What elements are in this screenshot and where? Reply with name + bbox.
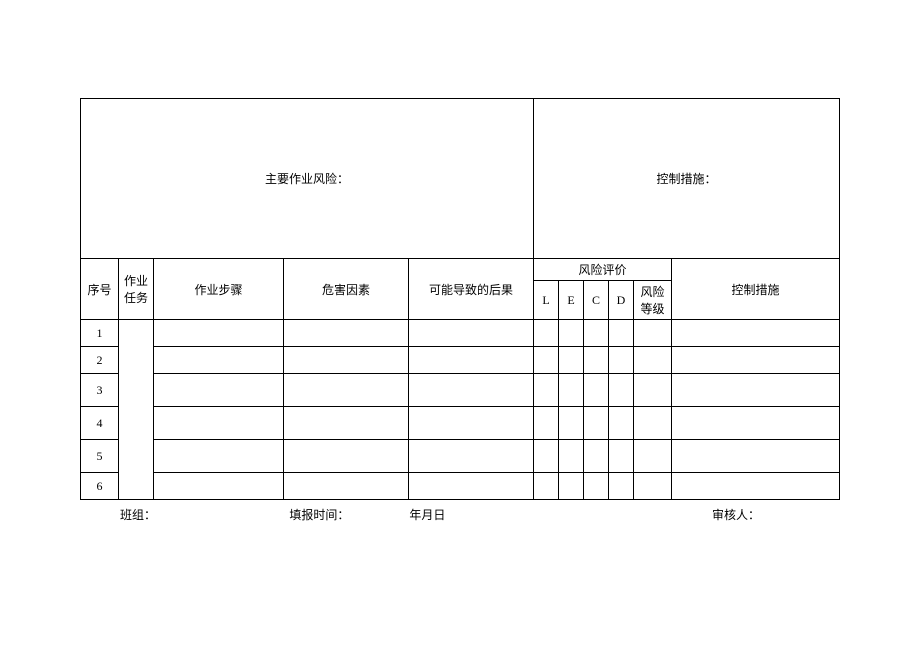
row-cell bbox=[584, 347, 609, 374]
row-cell bbox=[559, 407, 584, 440]
header-l: L bbox=[534, 281, 559, 320]
row-cell bbox=[634, 374, 672, 407]
row-cell bbox=[584, 473, 609, 500]
row-cell bbox=[634, 320, 672, 347]
row-cell bbox=[284, 320, 409, 347]
row-cell bbox=[584, 374, 609, 407]
row-cell bbox=[154, 374, 284, 407]
row-no: 5 bbox=[81, 440, 119, 473]
main-risk-cell: 主要作业风险： bbox=[81, 99, 534, 259]
row-cell bbox=[634, 440, 672, 473]
row-no: 1 bbox=[81, 320, 119, 347]
row-cell bbox=[284, 347, 409, 374]
table-row: 3 bbox=[81, 374, 840, 407]
row-no: 2 bbox=[81, 347, 119, 374]
row-cell bbox=[672, 374, 840, 407]
table-row: 4 bbox=[81, 407, 840, 440]
row-cell bbox=[559, 473, 584, 500]
table-row: 5 bbox=[81, 440, 840, 473]
row-cell bbox=[609, 347, 634, 374]
row-cell bbox=[154, 320, 284, 347]
table-row: 2 bbox=[81, 347, 840, 374]
header-task: 作业任务 bbox=[119, 259, 154, 320]
row-cell bbox=[559, 320, 584, 347]
control-measures-cell: 控制措施： bbox=[534, 99, 840, 259]
row-cell bbox=[154, 407, 284, 440]
row-cell bbox=[634, 347, 672, 374]
header-consequence: 可能导致的后果 bbox=[409, 259, 534, 320]
row-cell bbox=[584, 440, 609, 473]
risk-form-table: 主要作业风险： 控制措施： 序号 作业任务 作业步骤 危害因素 可能导致的后果 … bbox=[80, 98, 840, 500]
table-row: 6 bbox=[81, 473, 840, 500]
row-cell bbox=[534, 374, 559, 407]
row-cell bbox=[409, 347, 534, 374]
row-cell bbox=[154, 347, 284, 374]
row-cell bbox=[609, 473, 634, 500]
footer-report-time: 填报时间： bbox=[289, 506, 349, 523]
row-cell bbox=[409, 440, 534, 473]
row-cell bbox=[609, 374, 634, 407]
row-cell bbox=[559, 440, 584, 473]
row-cell bbox=[609, 440, 634, 473]
header-control: 控制措施 bbox=[672, 259, 840, 320]
row-cell bbox=[284, 374, 409, 407]
task-merged-cell bbox=[119, 320, 154, 500]
row-no: 3 bbox=[81, 374, 119, 407]
row-cell bbox=[154, 473, 284, 500]
row-cell bbox=[672, 347, 840, 374]
row-cell bbox=[409, 473, 534, 500]
row-cell bbox=[409, 407, 534, 440]
row-cell bbox=[559, 374, 584, 407]
row-cell bbox=[634, 407, 672, 440]
row-cell bbox=[609, 407, 634, 440]
header-step: 作业步骤 bbox=[154, 259, 284, 320]
row-cell bbox=[672, 320, 840, 347]
row-cell bbox=[672, 407, 840, 440]
row-cell bbox=[672, 473, 840, 500]
row-cell bbox=[534, 440, 559, 473]
row-cell bbox=[534, 347, 559, 374]
header-seq: 序号 bbox=[81, 259, 119, 320]
row-cell bbox=[634, 473, 672, 500]
footer-team: 班组： bbox=[120, 506, 156, 523]
row-no: 4 bbox=[81, 407, 119, 440]
row-cell bbox=[584, 407, 609, 440]
row-cell bbox=[154, 440, 284, 473]
table-row: 1 bbox=[81, 320, 840, 347]
row-cell bbox=[584, 320, 609, 347]
header-eval-group: 风险评价 bbox=[534, 259, 672, 281]
row-cell bbox=[534, 320, 559, 347]
row-no: 6 bbox=[81, 473, 119, 500]
row-cell bbox=[284, 407, 409, 440]
row-cell bbox=[534, 473, 559, 500]
header-level: 风险等级 bbox=[634, 281, 672, 320]
row-cell bbox=[284, 440, 409, 473]
header-hazard: 危害因素 bbox=[284, 259, 409, 320]
row-cell bbox=[409, 374, 534, 407]
row-cell bbox=[559, 347, 584, 374]
row-cell bbox=[609, 320, 634, 347]
row-cell bbox=[672, 440, 840, 473]
footer-line: 班组： 填报时间： 年月日 审核人： bbox=[80, 506, 840, 523]
header-e: E bbox=[559, 281, 584, 320]
row-cell bbox=[534, 407, 559, 440]
row-cell bbox=[284, 473, 409, 500]
row-cell bbox=[409, 320, 534, 347]
footer-reviewer: 审核人： bbox=[712, 506, 760, 523]
header-d: D bbox=[609, 281, 634, 320]
footer-date: 年月日 bbox=[409, 506, 445, 523]
header-c: C bbox=[584, 281, 609, 320]
